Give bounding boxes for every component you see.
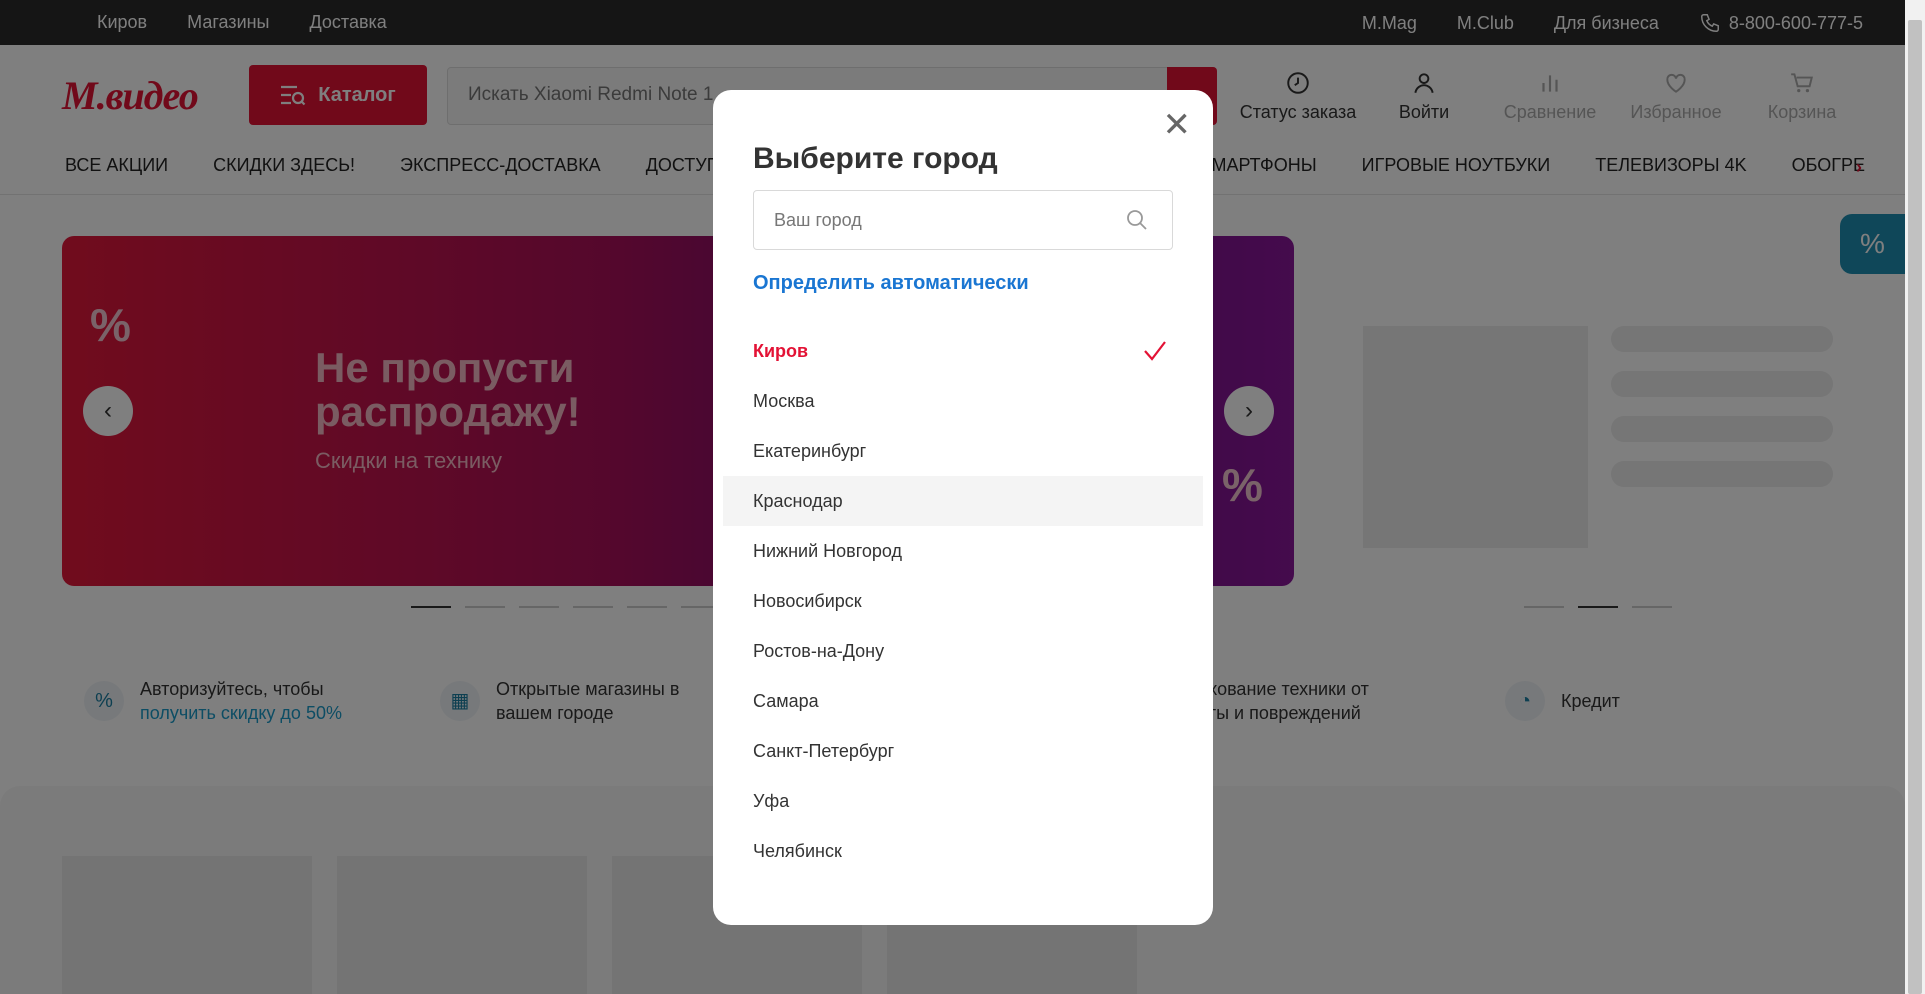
city-label: Самара — [753, 691, 819, 711]
city-select-modal: ✕ Выберите город Определить автоматическ… — [713, 90, 1213, 925]
city-item-rostov-on-don[interactable]: Ростов-на-Дону — [723, 626, 1203, 676]
city-item-kirov[interactable]: Киров — [723, 326, 1203, 376]
auto-detect-link[interactable]: Определить автоматически — [753, 272, 1029, 295]
city-item-krasnodar[interactable]: Краснодар — [723, 476, 1203, 526]
city-item-novosibirsk[interactable]: Новосибирск — [723, 576, 1203, 626]
city-label: Москва — [753, 391, 815, 411]
city-label: Нижний Новгород — [753, 541, 903, 561]
checkmark-icon — [1144, 341, 1166, 361]
city-item-ekaterinburg[interactable]: Екатеринбург — [723, 426, 1203, 476]
city-item-nizhny-novgorod[interactable]: Нижний Новгород — [723, 526, 1203, 576]
city-item-chelyabinsk[interactable]: Челябинск — [723, 826, 1203, 876]
city-label: Новосибирск — [753, 591, 862, 611]
city-item-ufa[interactable]: Уфа — [723, 776, 1203, 826]
city-label: Краснодар — [753, 491, 843, 511]
city-label: Челябинск — [753, 841, 842, 861]
close-icon[interactable]: ✕ — [1163, 108, 1192, 142]
city-item-samara[interactable]: Самара — [723, 676, 1203, 726]
city-label: Санкт-Петербург — [753, 741, 895, 761]
search-icon — [1127, 210, 1147, 230]
city-search-input[interactable] — [753, 190, 1173, 250]
city-label: Киров — [753, 341, 809, 361]
city-item-saint-petersburg[interactable]: Санкт-Петербург — [723, 726, 1203, 776]
scrollbar-thumb[interactable] — [1908, 20, 1922, 994]
city-label: Екатеринбург — [753, 441, 867, 461]
city-list: Киров Москва Екатеринбург Краснодар Нижн… — [723, 326, 1203, 876]
modal-title: Выберите город — [753, 142, 998, 175]
city-item-moscow[interactable]: Москва — [723, 376, 1203, 426]
city-label: Уфа — [753, 791, 790, 811]
city-label: Ростов-на-Дону — [753, 641, 885, 661]
